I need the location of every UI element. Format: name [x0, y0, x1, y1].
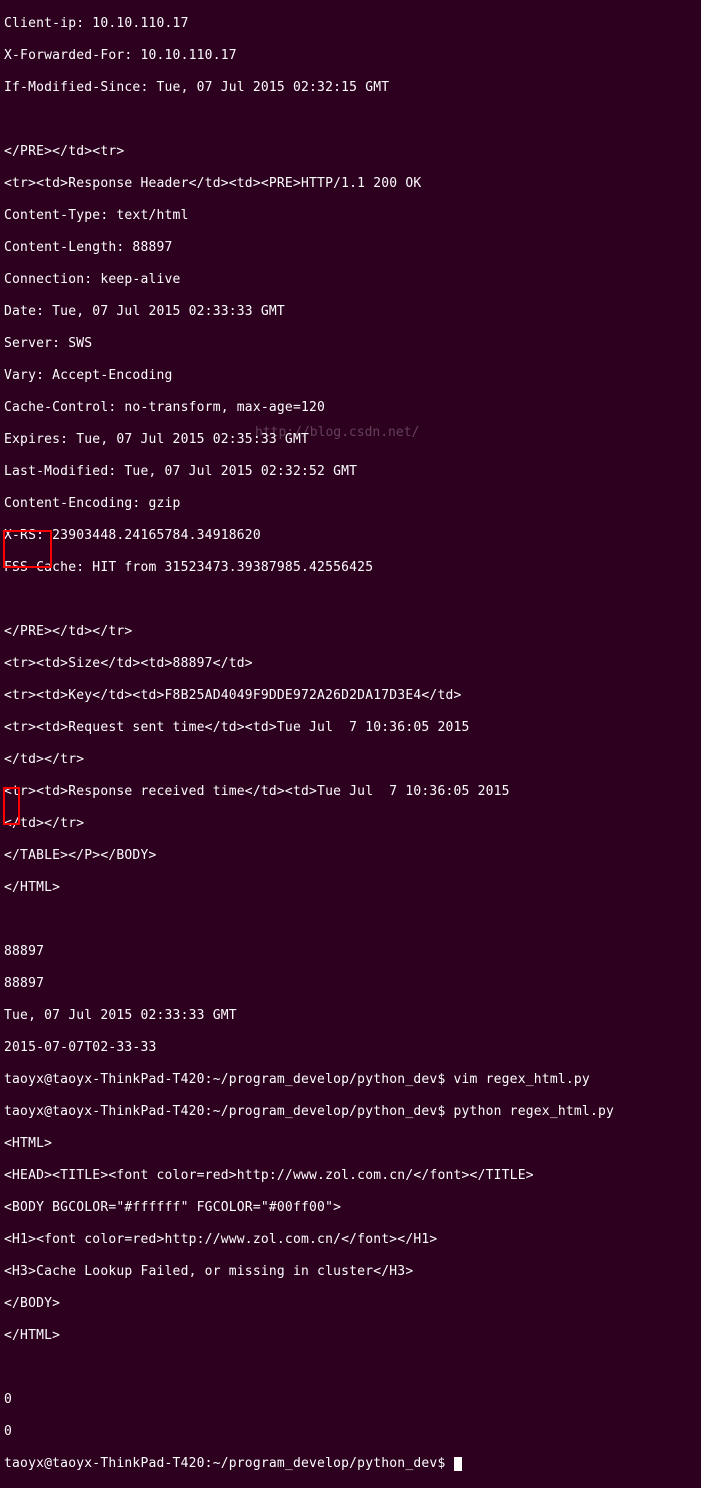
output-line: taoyx@taoyx-ThinkPad-T420:~/program_deve… — [4, 1104, 697, 1120]
output-line: 88897 — [4, 976, 697, 992]
output-line: If-Modified-Since: Tue, 07 Jul 2015 02:3… — [4, 80, 697, 96]
output-line: 2015-07-07T02-33-33 — [4, 1040, 697, 1056]
output-line: <tr><td>Request sent time</td><td>Tue Ju… — [4, 720, 697, 736]
terminal-output[interactable]: Client-ip: 10.10.110.17 X-Forwarded-For:… — [0, 0, 701, 1488]
output-line: <tr><td>Size</td><td>88897</td> — [4, 656, 697, 672]
output-line: <HTML> — [4, 1136, 697, 1152]
output-line: </HTML> — [4, 880, 697, 896]
output-line: taoyx@taoyx-ThinkPad-T420:~/program_deve… — [4, 1072, 697, 1088]
output-line: <BODY BGCOLOR="#ffffff" FGCOLOR="#00ff00… — [4, 1200, 697, 1216]
output-line: Tue, 07 Jul 2015 02:33:33 GMT — [4, 1008, 697, 1024]
output-line: Client-ip: 10.10.110.17 — [4, 16, 697, 32]
output-line: 0 — [4, 1424, 697, 1440]
output-line: Expires: Tue, 07 Jul 2015 02:35:33 GMT — [4, 432, 697, 448]
cursor-icon — [454, 1457, 462, 1471]
output-line — [4, 912, 697, 928]
output-line: Content-Type: text/html — [4, 208, 697, 224]
output-line: </td></tr> — [4, 816, 697, 832]
output-line: <tr><td>Response Header</td><td><PRE>HTT… — [4, 176, 697, 192]
output-line: Server: SWS — [4, 336, 697, 352]
output-line: </TABLE></P></BODY> — [4, 848, 697, 864]
output-line: Date: Tue, 07 Jul 2015 02:33:33 GMT — [4, 304, 697, 320]
output-line: Last-Modified: Tue, 07 Jul 2015 02:32:52… — [4, 464, 697, 480]
output-line: FSS-Cache: HIT from 31523473.39387985.42… — [4, 560, 697, 576]
output-line: Content-Length: 88897 — [4, 240, 697, 256]
output-line: 0 — [4, 1392, 697, 1408]
output-line: </td></tr> — [4, 752, 697, 768]
output-line: Cache-Control: no-transform, max-age=120 — [4, 400, 697, 416]
output-line: </BODY> — [4, 1296, 697, 1312]
output-line: X-Forwarded-For: 10.10.110.17 — [4, 48, 697, 64]
output-line: </PRE></td></tr> — [4, 624, 697, 640]
output-line: <H3>Cache Lookup Failed, or missing in c… — [4, 1264, 697, 1280]
output-line: Vary: Accept-Encoding — [4, 368, 697, 384]
output-line — [4, 112, 697, 128]
output-line: </PRE></td><tr> — [4, 144, 697, 160]
output-line: <HEAD><TITLE><font color=red>http://www.… — [4, 1168, 697, 1184]
output-line: Content-Encoding: gzip — [4, 496, 697, 512]
output-line: 88897 — [4, 944, 697, 960]
output-line: <H1><font color=red>http://www.zol.com.c… — [4, 1232, 697, 1248]
output-line: </HTML> — [4, 1328, 697, 1344]
prompt-text: taoyx@taoyx-ThinkPad-T420:~/program_deve… — [4, 1456, 454, 1471]
output-line — [4, 592, 697, 608]
output-line — [4, 1360, 697, 1376]
prompt-line[interactable]: taoyx@taoyx-ThinkPad-T420:~/program_deve… — [4, 1456, 697, 1472]
output-line: <tr><td>Response received time</td><td>T… — [4, 784, 697, 800]
output-line: X-RS: 23903448.24165784.34918620 — [4, 528, 697, 544]
output-line: <tr><td>Key</td><td>F8B25AD4049F9DDE972A… — [4, 688, 697, 704]
output-line: Connection: keep-alive — [4, 272, 697, 288]
